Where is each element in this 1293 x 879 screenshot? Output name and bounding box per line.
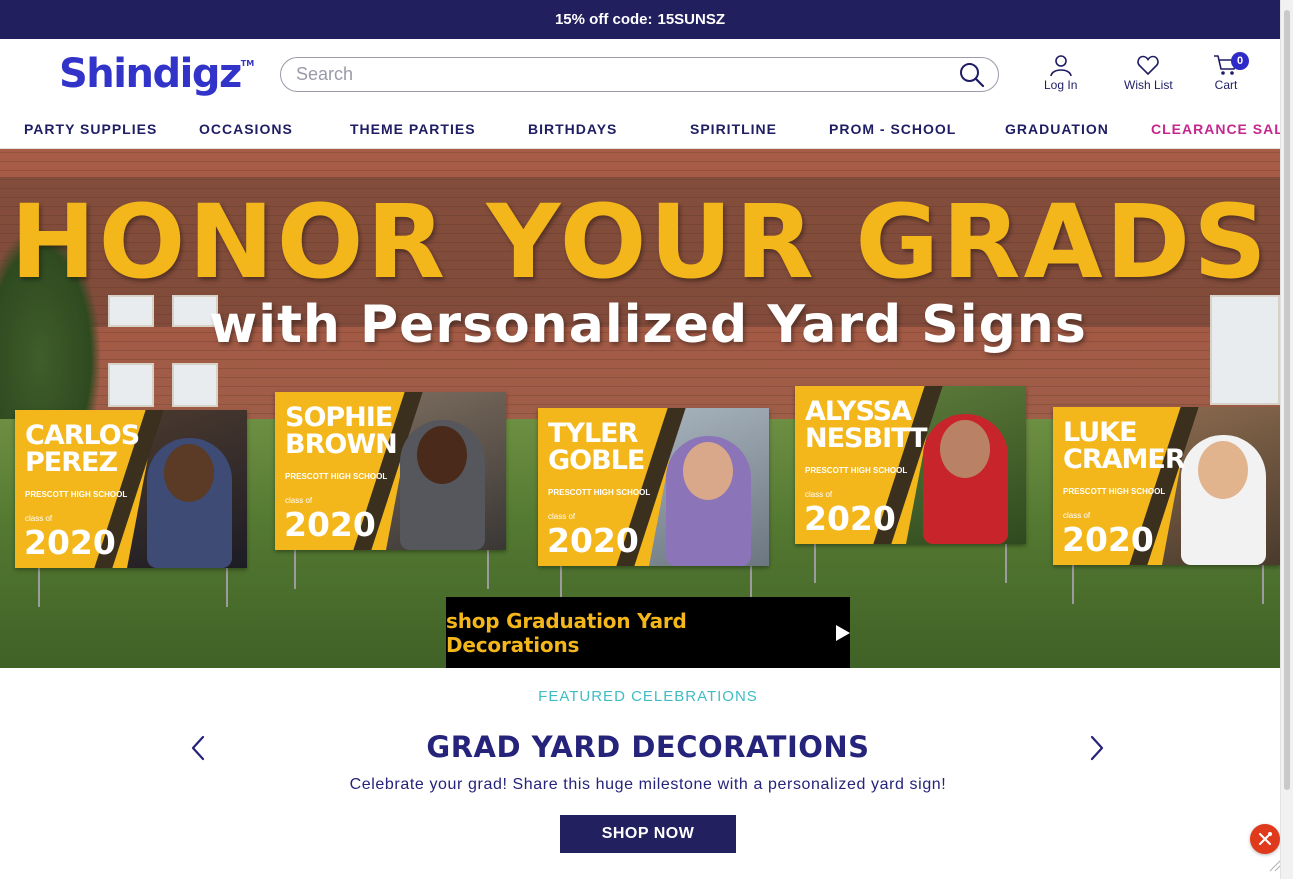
cart-label: Cart (1214, 78, 1238, 92)
sign-stake (38, 567, 40, 607)
grad-photo (147, 438, 232, 568)
shindigz-logo[interactable]: ShindigzTM (59, 51, 254, 97)
sign-stake (1005, 543, 1007, 583)
promo-bar: 15% off code: 15SUNSZ (0, 0, 1280, 39)
wishlist-link[interactable]: Wish List (1124, 53, 1173, 92)
sign-stake (294, 549, 296, 589)
logo-text: Shindigz (59, 51, 242, 97)
logo-trademark: TM (240, 59, 255, 68)
cta-label: shop Graduation Yard Decorations (446, 609, 687, 657)
sign-year: 2020 (284, 505, 376, 544)
yard-sign: ALYSSA NESBITT PRESCOTT HIGH SCHOOL clas… (795, 386, 1026, 544)
chevron-right-icon[interactable] (1085, 734, 1109, 762)
grad-photo (1181, 435, 1266, 565)
promo-text: 15% off code: (554, 11, 653, 28)
cart-link[interactable]: 0 Cart (1212, 52, 1249, 92)
sign-class-of: class of (805, 490, 833, 499)
sign-stake (814, 543, 816, 583)
sign-school: PRESCOTT HIGH SCHOOL (285, 472, 388, 481)
yard-sign: LUKE CRAMER PRESCOTT HIGH SCHOOL class o… (1053, 407, 1280, 565)
sign-school: PRESCOTT HIGH SCHOOL (805, 466, 908, 475)
grad-photo (666, 436, 751, 566)
sign-school: PRESCOTT HIGH SCHOOL (25, 490, 128, 499)
site-header: ShindigzTM Log In Wish List 0 Cart (0, 39, 1280, 111)
building-window (172, 363, 218, 407)
sign-school: PRESCOTT HIGH SCHOOL (1063, 487, 1166, 496)
sign-name: SOPHIE BROWN (285, 402, 398, 460)
sign-class-of: class of (285, 496, 313, 505)
search-bar (280, 57, 999, 92)
utensils-icon (1259, 832, 1272, 845)
grad-photo (923, 414, 1008, 544)
sign-name: ALYSSA NESBITT (805, 396, 928, 454)
shop-now-button[interactable]: SHOP NOW (560, 815, 736, 853)
sign-stake (1262, 564, 1264, 604)
login-link[interactable]: Log In (1044, 53, 1077, 92)
nav-occasions[interactable]: OCCASIONS (199, 121, 293, 137)
play-arrow-icon (836, 625, 850, 641)
heart-icon (1137, 55, 1160, 76)
nav-party-supplies[interactable]: PARTY SUPPLIES (24, 121, 157, 137)
sign-class-of: class of (548, 512, 576, 521)
featured-description: Celebrate your grad! Share this huge mil… (349, 776, 947, 793)
nav-clearance-sale[interactable]: CLEARANCE SALE (1151, 121, 1293, 137)
sign-name: LUKE CRAMER (1063, 417, 1186, 475)
nav-graduation[interactable]: GRADUATION (1005, 121, 1109, 137)
sign-stake (1072, 564, 1074, 604)
search-icon[interactable] (958, 61, 986, 89)
scrollbar-thumb[interactable] (1284, 10, 1290, 790)
cart-count-badge: 0 (1231, 52, 1249, 70)
login-label: Log In (1044, 78, 1078, 92)
sign-stake (487, 549, 489, 589)
sign-year: 2020 (547, 521, 639, 560)
promo-code: 15SUNSZ (657, 11, 726, 28)
sign-year: 2020 (1062, 520, 1154, 559)
nav-prom-school[interactable]: PROM - SCHOOL (829, 121, 956, 137)
hero-headline: HONOR YOUR GRADS (10, 183, 1270, 302)
nav-theme-parties[interactable]: THEME PARTIES (350, 121, 476, 137)
floating-action-button[interactable] (1250, 824, 1280, 854)
sign-year: 2020 (804, 499, 896, 538)
sign-school: PRESCOTT HIGH SCHOOL (548, 488, 651, 497)
sign-stake (226, 567, 228, 607)
wishlist-label: Wish List (1124, 78, 1173, 92)
yard-sign: TYLER GOBLE PRESCOTT HIGH SCHOOL class o… (538, 408, 769, 566)
sign-year: 2020 (24, 523, 116, 562)
nav-birthdays[interactable]: BIRTHDAYS (528, 121, 617, 137)
sign-name: TYLER GOBLE (548, 418, 645, 476)
sign-class-of: class of (1063, 511, 1091, 520)
user-icon (1049, 55, 1072, 77)
yard-sign: SOPHIE BROWN PRESCOTT HIGH SCHOOL class … (275, 392, 506, 550)
shop-graduation-cta-button[interactable]: shop Graduation Yard Decorations (446, 597, 850, 668)
yard-sign: CARLOS PEREZ PRESCOTT HIGH SCHOOL class … (15, 410, 247, 568)
sign-class-of: class of (25, 514, 53, 523)
nav-spiritline[interactable]: SPIRITLINE (690, 121, 777, 137)
main-nav: PARTY SUPPLIES OCCASIONS THEME PARTIES B… (0, 111, 1293, 149)
building-window (108, 363, 154, 407)
sign-name: CARLOS PEREZ (25, 420, 140, 478)
featured-label: FEATURED CELEBRATIONS (538, 688, 758, 705)
vertical-scrollbar[interactable] (1280, 0, 1293, 879)
hero-subheadline: with Personalized Yard Signs (209, 295, 1087, 355)
hero-banner[interactable]: HONOR YOUR GRADS with Personalized Yard … (0, 149, 1280, 668)
search-input[interactable] (281, 64, 958, 85)
